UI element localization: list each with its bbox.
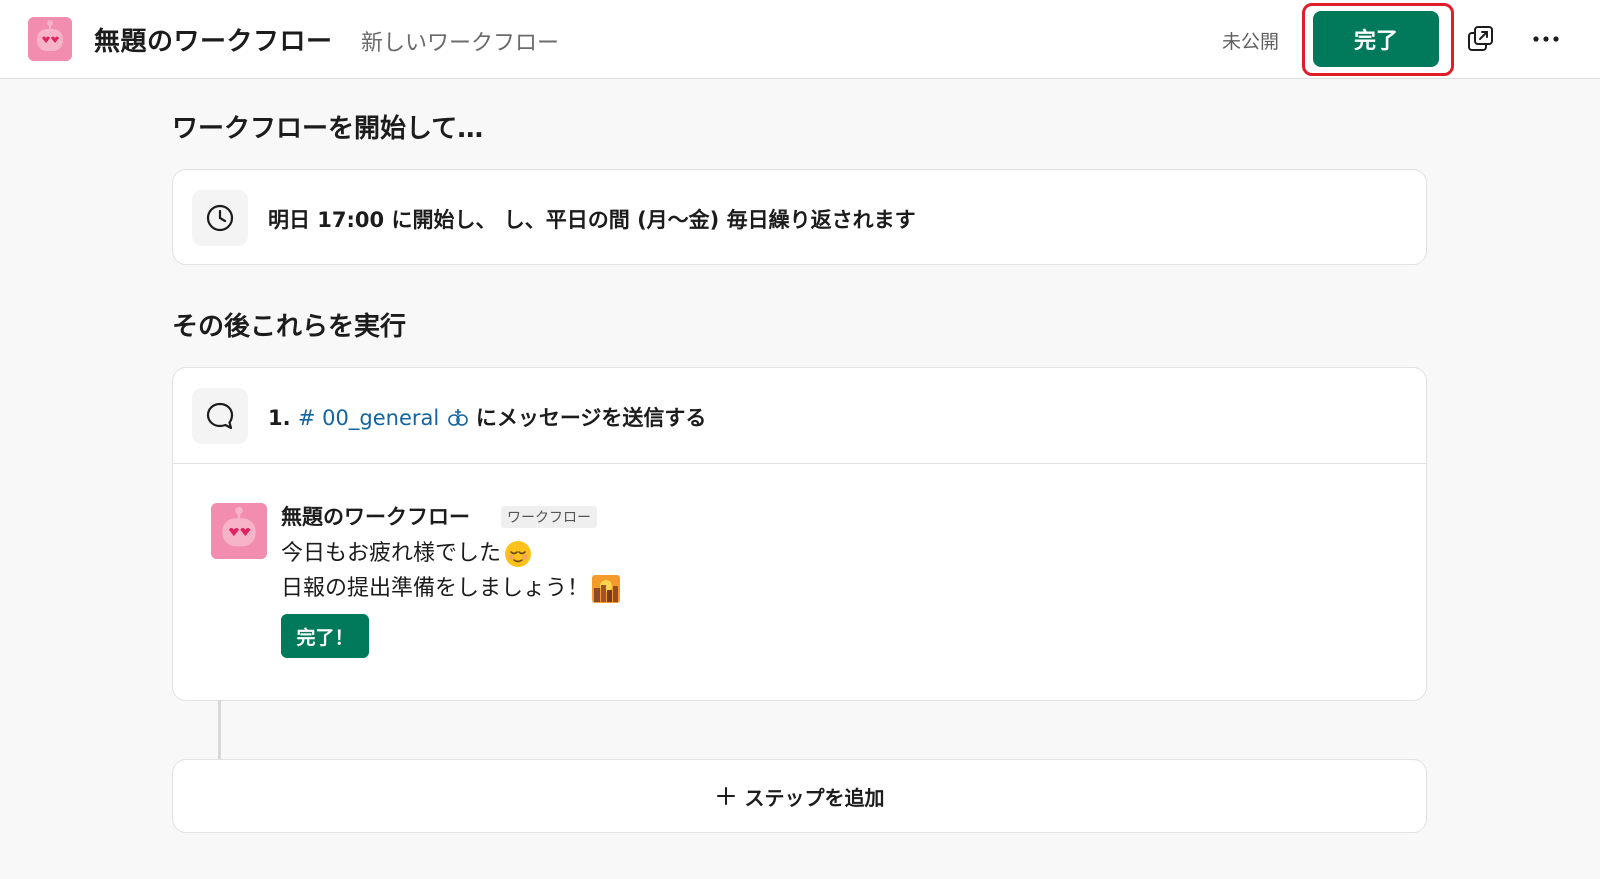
external-link-icon xyxy=(1468,26,1493,51)
workflow-title[interactable]: 無題のワークフロー xyxy=(94,21,333,58)
add-step-button[interactable]: ステップを追加 xyxy=(172,759,1427,833)
step-action: にメッセージを送信する xyxy=(475,406,707,430)
trigger-card[interactable]: 明日 17:00 に開始し、 し、平日の間 (月〜金) 毎日繰り返されます xyxy=(172,169,1427,265)
message-line-1: 今日もお疲れ様でした xyxy=(281,535,533,569)
more-options-button[interactable] xyxy=(1528,21,1564,57)
step-connector xyxy=(218,700,221,759)
publish-status: 未公開 xyxy=(1222,31,1280,53)
step-title: 1. # 00_general にメッセージを送信する xyxy=(268,402,706,432)
speech-bubble-icon xyxy=(206,402,234,430)
open-external-button[interactable] xyxy=(1463,21,1499,57)
step-number: 1. xyxy=(268,406,291,430)
shared-channel-icon xyxy=(447,409,468,426)
step-divider xyxy=(173,463,1426,464)
trigger-description: 明日 17:00 に開始し、 し、平日の間 (月〜金) 毎日繰り返されます xyxy=(268,208,916,232)
message-line-2-text: 日報の提出準備をしましょう！ xyxy=(281,576,590,601)
steps-heading: その後これらを実行 xyxy=(172,312,407,342)
step-card[interactable]: 1. # 00_general にメッセージを送信する 無題のワークフロー ワー… xyxy=(172,367,1427,701)
city-sunset-emoji-icon xyxy=(592,575,621,603)
robot-face-icon xyxy=(211,503,267,559)
channel-link[interactable]: # 00_general xyxy=(298,406,439,430)
robot-face-icon xyxy=(28,17,72,61)
relieved-face-emoji-icon xyxy=(505,541,532,567)
add-step-label: ステップを追加 xyxy=(744,785,885,810)
trigger-icon-tile xyxy=(192,190,248,246)
clock-icon xyxy=(206,204,234,232)
workflow-tag-badge: ワークフロー xyxy=(501,506,597,528)
done-button[interactable]: 完了 xyxy=(1313,11,1439,67)
workflow-subtitle: 新しいワークフロー xyxy=(361,31,560,56)
plus-icon xyxy=(716,787,735,805)
message-avatar xyxy=(211,503,267,559)
workflow-bot-avatar xyxy=(28,17,72,61)
message-done-button[interactable]: 完了！ xyxy=(281,614,369,658)
message-line-1-text: 今日もお疲れ様でした xyxy=(281,541,502,566)
ellipsis-icon xyxy=(1533,36,1559,42)
top-bar: 無題のワークフロー 新しいワークフロー 未公開 完了 xyxy=(0,0,1600,79)
trigger-heading: ワークフローを開始して… xyxy=(172,114,484,144)
message-sender: 無題のワークフロー xyxy=(281,505,470,529)
step-icon-tile xyxy=(192,388,248,444)
message-line-2: 日報の提出準備をしましょう！ xyxy=(281,570,621,604)
